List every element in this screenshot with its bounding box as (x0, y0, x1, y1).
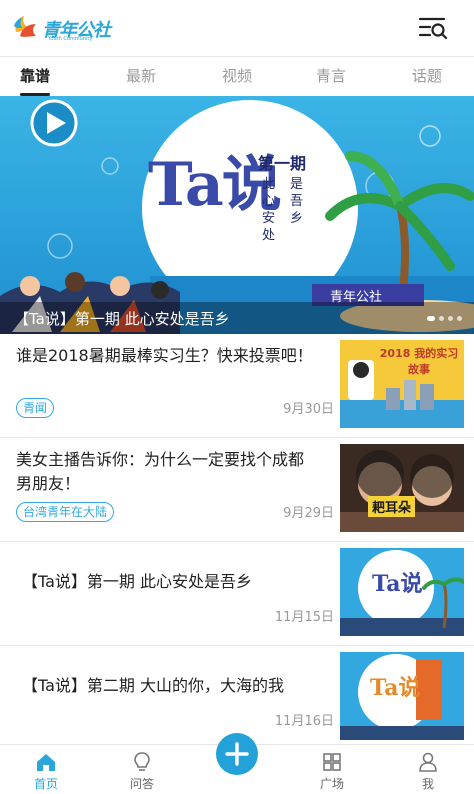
thumbnail-caption: Ta说 (370, 675, 421, 701)
banner-poem-line1: 此心安处 (262, 177, 276, 243)
banner-caption: 【Ta说】第一期 此心安处是吾乡 (14, 310, 230, 328)
article-title[interactable]: 谁是2018暑期最棒实习生？快来投票吧！ (16, 344, 316, 368)
banner-issue: 第一期 (258, 154, 307, 173)
tab-topics[interactable]: 话题 (392, 57, 462, 97)
banner-pagination (423, 316, 462, 322)
article-thumbnail[interactable]: Ta说 (340, 548, 464, 636)
tab-latest[interactable]: 最新 (106, 57, 176, 97)
thumbnail-caption: Ta说 (372, 571, 423, 597)
nav-label: 我 (421, 777, 434, 791)
tab-qingyan[interactable]: 青言 (296, 57, 366, 97)
grid-icon (323, 753, 341, 771)
article-date: 9月30日 (283, 402, 334, 417)
plus-icon (225, 742, 249, 766)
tab-video[interactable]: 视频 (202, 57, 272, 97)
article-date: 11月16日 (274, 714, 334, 729)
article-thumbnail[interactable]: Ta说 (340, 652, 464, 740)
lightbulb-icon (134, 752, 150, 771)
banner-dot[interactable] (439, 316, 444, 321)
banner-dot[interactable] (457, 316, 462, 321)
article-tag[interactable]: 青闻 (16, 398, 55, 418)
nav-qa[interactable]: 问答 (102, 745, 182, 794)
article-item[interactable]: 美女主播告诉你：为什么一定要找个成都男朋友！ 台湾青年在大陆 9月29日 耙耳朵 (0, 438, 474, 542)
home-icon (37, 754, 55, 771)
person-icon (419, 752, 437, 772)
bottom-navigation: 首页 问答 广场 我 (0, 733, 474, 794)
app-logo[interactable]: 青年公社 Youth Community (12, 12, 112, 44)
article-item[interactable]: 【Ta说】第一期 此心安处是吾乡 11月15日 Ta说 (0, 542, 474, 646)
article-title[interactable]: 【Ta说】第一期 此心安处是吾乡 (22, 570, 322, 594)
app-header: 青年公社 Youth Community (0, 0, 474, 56)
add-post-button[interactable] (216, 733, 258, 775)
nav-home[interactable]: 首页 (6, 745, 86, 794)
banner-dot[interactable] (448, 316, 453, 321)
banner-caption-bar: 【Ta说】第一期 此心安处是吾乡 (0, 302, 474, 334)
hero-banner[interactable]: Ta说 第一期 此心安处 是吾乡 青年公社 【Ta说】第一期 此心安处是吾乡 (0, 96, 474, 334)
nav-me[interactable]: 我 (388, 745, 468, 794)
article-tag[interactable]: 台湾青年在大陆 (16, 502, 115, 522)
logo-subtitle: Youth Community (48, 36, 93, 42)
article-title[interactable]: 美女主播告诉你：为什么一定要找个成都男朋友！ (16, 448, 316, 496)
play-icon (30, 99, 78, 147)
tab-kaopu[interactable]: 靠谱 (0, 57, 70, 97)
nav-square[interactable]: 广场 (292, 745, 372, 794)
nav-label: 问答 (129, 777, 154, 791)
thumbnail-caption: 耙耳朵 (368, 496, 416, 517)
article-title[interactable]: 【Ta说】第二期 大山的你，大海的我 (22, 674, 322, 698)
banner-dot-active[interactable] (427, 316, 435, 321)
article-thumbnail[interactable]: 耙耳朵 (340, 444, 464, 532)
article-item[interactable]: 谁是2018暑期最棒实习生？快来投票吧！ 青闻 9月30日 2018 我的实习故… (0, 334, 474, 438)
nav-label: 广场 (319, 777, 344, 791)
category-tabs: 靠谱 最新 视频 青言 话题 (0, 56, 474, 96)
menu-search-icon[interactable] (418, 14, 448, 40)
logo-bird-icon (14, 16, 36, 37)
banner-poem-line2: 是吾乡 (290, 177, 304, 226)
article-thumbnail[interactable]: 2018 我的实习故事 (340, 340, 464, 428)
thumbnail-caption: 2018 我的实习故事 (379, 347, 459, 376)
article-date: 9月29日 (283, 506, 334, 521)
article-date: 11月15日 (274, 610, 334, 625)
nav-label: 首页 (33, 777, 58, 791)
